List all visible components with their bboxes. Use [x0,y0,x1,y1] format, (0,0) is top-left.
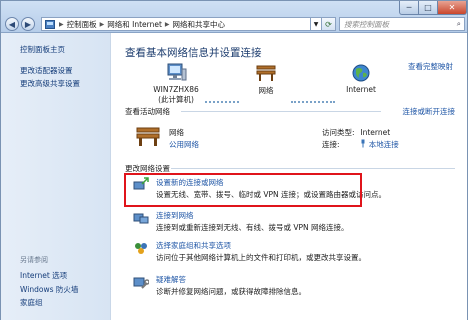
search-input[interactable]: 搜索控制面板 ⌕ [339,17,465,31]
highlight-box [124,173,362,207]
view-full-map-link[interactable]: 查看完整映射 [408,61,453,72]
breadcrumb-separator-icon: ▶ [59,20,64,28]
sidebar: 控制面板主页 更改适配器设置 更改高级共享设置 另请参阅 Internet 选项… [1,33,111,320]
connect-network-icon [133,213,149,224]
task-connect-network-desc: 连接到或重新连接到无线、有线、拨号或 VPN 网络连接。 [156,223,349,232]
task-troubleshoot-desc: 诊断并修复网络问题，或获得故障排除信息。 [156,287,306,296]
sidebar-link-windows-firewall[interactable]: Windows 防火墙 [20,284,78,295]
control-panel-icon [45,19,55,29]
back-button[interactable]: ◀ [5,17,19,31]
search-icon[interactable]: ⌕ [457,19,461,29]
task-troubleshoot-title[interactable]: 疑难解答 [156,274,186,285]
bench-icon [256,65,276,81]
breadcrumb-network-internet[interactable]: 网络和 Internet [107,19,162,30]
task-troubleshoot[interactable]: 疑难解答 诊断并修复网络问题，或获得故障排除信息。 [133,274,453,300]
lan-connection-icon [361,139,365,148]
see-also-heading: 另请参阅 [20,256,48,264]
access-type-value: Internet [360,128,391,137]
sidebar-link-control-panel-home[interactable]: 控制面板主页 [20,44,65,55]
map-node-computer-sub: (此计算机) [158,95,194,104]
address-bar[interactable]: ▶ 控制面板 ▶ 网络和 Internet ▶ 网络和共享中心 [41,17,311,31]
active-network-name: 网络 [169,128,184,137]
map-node-network-label: 网络 [258,86,274,95]
breadcrumb-network-sharing-center[interactable]: 网络和共享中心 [173,19,226,30]
task-homegroup-sharing[interactable]: 选择家庭组和共享选项 访问位于其他网络计算机上的文件和打印机，或更改共享设置。 [133,240,453,266]
map-node-internet-label: Internet [346,85,376,94]
globe-icon [352,64,370,82]
access-type-row: 访问类型: Internet [322,127,390,138]
active-networks-heading: 查看活动网络 [125,107,170,116]
sidebar-link-adapter-settings[interactable]: 更改适配器设置 [20,65,73,76]
connections-label: 连接: [322,140,340,149]
local-connection-link[interactable]: 本地连接 [369,140,399,149]
title-bar: ─ □ ✕ ◀ ▶ ▶ 控制面板 ▶ 网络和 Internet ▶ 网络和共享中… [1,1,467,33]
forward-button[interactable]: ▶ [21,17,35,31]
divider [171,168,455,169]
network-sharing-center-window: ─ □ ✕ ◀ ▶ ▶ 控制面板 ▶ 网络和 Internet ▶ 网络和共享中… [0,0,468,320]
map-connector [291,101,335,103]
divider [181,111,381,112]
breadcrumb-separator-icon: ▶ [164,20,170,28]
search-placeholder: 搜索控制面板 [344,19,389,29]
homegroup-icon [135,243,147,254]
connections-row: 连接: 本地连接 [322,139,399,150]
sidebar-link-internet-options[interactable]: Internet 选项 [20,270,67,281]
refresh-button[interactable]: ⟳ [322,17,336,31]
close-button[interactable]: ✕ [437,1,467,15]
map-node-computer-name: WIN7ZHX86 [153,85,199,94]
map-node-computer[interactable]: WIN7ZHX86 (此计算机) [141,63,211,105]
task-connect-network[interactable]: 连接到网络 连接到或重新连接到无线、有线、拨号或 VPN 网络连接。 [133,210,453,236]
connect-disconnect-link[interactable]: 连接或断开连接 [403,106,456,117]
bench-icon [136,127,160,146]
minimize-button[interactable]: ─ [399,1,419,15]
breadcrumb-separator-icon: ▶ [99,20,105,28]
map-node-internet[interactable]: Internet [339,63,383,94]
task-homegroup-title[interactable]: 选择家庭组和共享选项 [156,240,231,251]
task-connect-network-title[interactable]: 连接到网络 [156,210,194,221]
page-title: 查看基本网络信息并设置连接 [125,47,262,59]
access-type-label: 访问类型: [322,128,355,137]
maximize-button[interactable]: □ [418,1,438,15]
map-connector [205,101,239,103]
map-node-network[interactable]: 网络 [246,63,286,96]
sidebar-link-homegroup[interactable]: 家庭组 [20,297,43,308]
sidebar-link-advanced-sharing[interactable]: 更改高级共享设置 [20,78,80,89]
address-dropdown-icon[interactable]: ▼ [311,17,322,31]
troubleshoot-icon [133,277,149,289]
network-location-link[interactable]: 公用网络 [169,139,199,150]
computer-icon [167,63,187,81]
breadcrumb-control-panel[interactable]: 控制面板 [67,19,97,30]
task-homegroup-desc: 访问位于其他网络计算机上的文件和打印机，或更改共享设置。 [156,253,366,262]
